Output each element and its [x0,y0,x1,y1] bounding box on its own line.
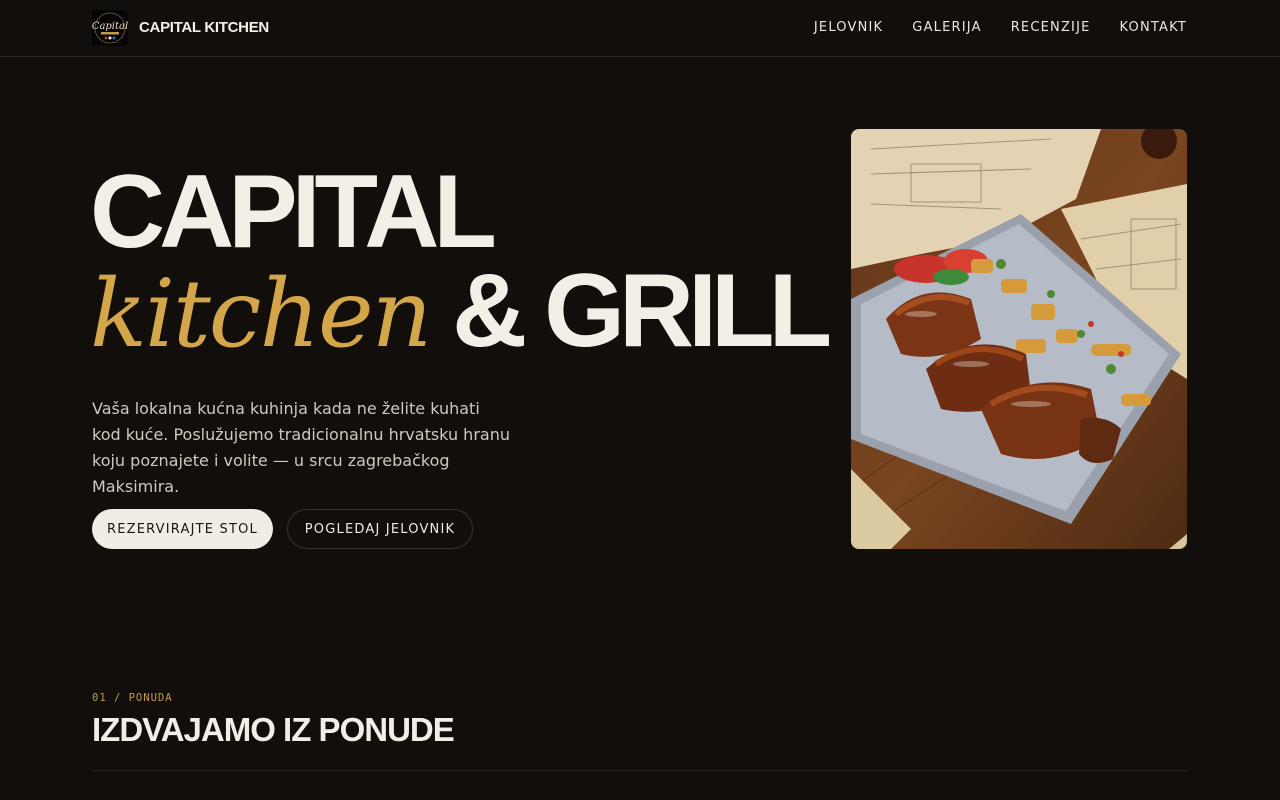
brand-logo[interactable]: Capital [92,10,128,46]
hero-title-script: kitchen [90,260,432,369]
brand-name[interactable]: CAPITAL KITCHEN [139,19,269,36]
section-eyebrow: 01 / PONUDA [92,692,173,704]
nav-link-galerija[interactable]: GALERIJA [912,20,981,35]
view-menu-button[interactable]: POGLEDAJ JELOVNIK [287,509,473,549]
hero-title-line1: CAPITAL [90,154,497,270]
logo-icon: Capital [92,10,128,46]
hero-title-grill: & GRILL [452,253,832,369]
nav-link-recenzije[interactable]: RECENZIJE [1011,20,1091,35]
section-divider [92,770,1188,771]
food-plate-photo [851,129,1187,549]
dish-image [851,129,1187,549]
section-title: IZDVAJAMO IZ PONUDE [92,711,455,748]
reserve-table-button[interactable]: REZERVIRAJTE STOL [92,509,273,549]
top-nav: Capital CAPITAL KITCHEN JELOVNIK GALERIJ… [0,0,1280,57]
main-menu: JELOVNIK GALERIJA RECENZIJE KONTAKT [814,20,1187,35]
hero-description: Vaša lokalna kućna kuhinja kada ne želit… [92,399,510,496]
svg-text:Capital: Capital [92,21,128,32]
hero-title-line2: kitchen & GRILL [90,253,832,390]
hero-title: CAPITAL kitchen & GRILL [90,154,832,369]
nav-link-jelovnik[interactable]: JELOVNIK [814,20,883,35]
nav-link-kontakt[interactable]: KONTAKT [1120,20,1187,35]
